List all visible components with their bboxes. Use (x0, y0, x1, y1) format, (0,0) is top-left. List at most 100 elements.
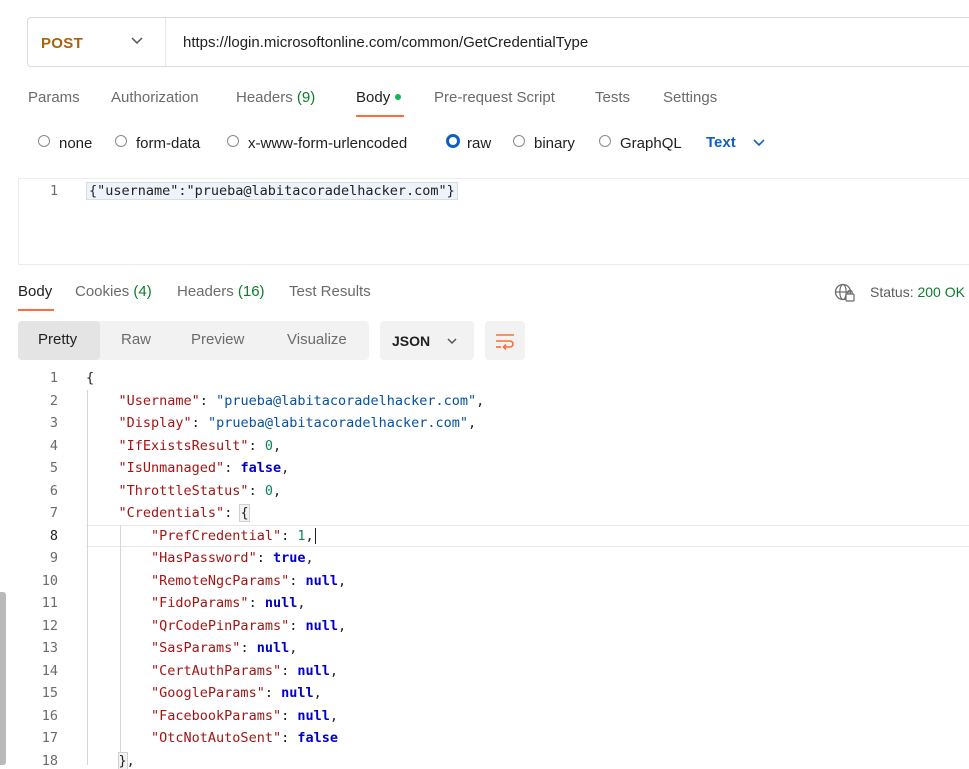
line-number: 1 (50, 183, 59, 199)
code-line[interactable]: "RemoteNgcParams": null, (86, 573, 346, 589)
view-preview[interactable]: Preview (191, 331, 244, 348)
code-line[interactable]: }, (86, 752, 135, 769)
radio-binary[interactable] (513, 135, 525, 147)
code-line[interactable]: "OtcNotAutoSent": false (86, 730, 338, 746)
code-line[interactable]: "Display": "prueba@labitacoradelhacker.c… (86, 415, 477, 431)
json-key: "Credentials" (118, 505, 225, 521)
radio-graphql[interactable] (599, 135, 611, 147)
json-null: null (297, 708, 330, 724)
tab-tests[interactable]: Tests (595, 89, 630, 106)
response-active-tab-underline (18, 309, 54, 311)
json-key: "ThrottleStatus" (118, 483, 249, 499)
code-line[interactable]: "CertAuthParams": null, (86, 663, 338, 679)
json-string: "prueba@labitacoradelhacker.com" (216, 393, 477, 409)
line-number: 2 (49, 393, 58, 409)
active-tab-underline (356, 115, 404, 117)
radio-form-data-label[interactable]: form-data (136, 135, 200, 152)
response-status: Status: 200 OK (870, 284, 965, 300)
line-number: 5 (49, 460, 58, 476)
radio-raw[interactable] (446, 134, 460, 148)
code-line[interactable]: "PrefCredential": 1, (86, 528, 317, 544)
json-key: "Display" (118, 415, 192, 431)
scrollbar[interactable] (0, 592, 6, 765)
line-number: 7 (49, 505, 58, 521)
code-line[interactable]: "SasParams": null, (86, 640, 297, 656)
chevron-down-icon[interactable] (752, 135, 766, 149)
code-line[interactable]: "QrCodePinParams": null, (86, 618, 346, 634)
json-null: null (297, 663, 330, 679)
url-input[interactable]: https://login.microsoftonline.com/common… (183, 34, 588, 51)
line-number: 15 (41, 685, 58, 701)
line-number: 4 (49, 438, 58, 454)
code-line[interactable]: "IfExistsResult": 0, (86, 438, 282, 454)
chevron-down-icon[interactable] (130, 33, 144, 47)
code-line[interactable]: "Credentials": { (86, 504, 250, 522)
radio-urlencoded-label[interactable]: x-www-form-urlencoded (248, 135, 407, 152)
line-number: 9 (49, 550, 58, 566)
json-key: "FacebookParams" (151, 708, 282, 724)
response-tab-headers-label: Headers (177, 283, 234, 300)
json-key: "OtcNotAutoSent" (151, 730, 282, 746)
method-select[interactable]: POST (41, 35, 83, 52)
tab-settings[interactable]: Settings (663, 89, 717, 106)
tab-body-label: Body (356, 89, 391, 106)
code-line[interactable]: "HasPassword": true, (86, 550, 314, 566)
code-line[interactable]: "IsUnmanaged": false, (86, 460, 290, 476)
response-tab-test-results[interactable]: Test Results (289, 283, 371, 300)
radio-none[interactable] (38, 135, 50, 147)
response-tab-cookies[interactable]: Cookies (4) (75, 283, 152, 300)
radio-form-data[interactable] (115, 135, 127, 147)
tab-headers-count: (9) (296, 89, 316, 106)
text-cursor (314, 528, 317, 544)
json-number: 1 (297, 528, 306, 544)
json-key: "QrCodePinParams" (151, 618, 290, 634)
line-number: 12 (41, 618, 58, 634)
format-select-label[interactable]: JSON (392, 333, 430, 349)
code-line[interactable]: "GoogleParams": null, (86, 685, 322, 701)
radio-graphql-label[interactable]: GraphQL (620, 135, 682, 152)
json-key: "HasPassword" (151, 550, 257, 566)
request-body-text[interactable]: {"username":"prueba@labitacoradelhacker.… (86, 182, 458, 200)
line-number: 18 (41, 753, 58, 769)
json-string: "prueba@labitacoradelhacker.com" (207, 415, 469, 431)
radio-raw-label[interactable]: raw (467, 135, 491, 152)
view-pretty[interactable]: Pretty (38, 331, 77, 348)
tab-headers[interactable]: Headers (9) (236, 89, 315, 106)
radio-binary-label[interactable]: binary (534, 135, 575, 152)
response-tab-headers-count: (16) (237, 283, 265, 300)
radio-urlencoded[interactable] (227, 135, 239, 147)
tab-pre-request-script[interactable]: Pre-request Script (434, 89, 555, 106)
code-line[interactable]: "ThrottleStatus": 0, (86, 483, 282, 499)
tab-headers-label: Headers (236, 89, 293, 106)
json-key: "IfExistsResult" (118, 438, 249, 454)
tab-authorization[interactable]: Authorization (111, 89, 199, 106)
radio-none-label[interactable]: none (59, 135, 92, 152)
json-key: "Username" (118, 393, 200, 409)
view-raw[interactable]: Raw (121, 331, 151, 348)
raw-format-select[interactable]: Text (706, 134, 736, 151)
modified-dot-icon (395, 94, 402, 101)
line-number: 3 (49, 415, 58, 431)
json-null: null (256, 640, 290, 656)
tab-body[interactable]: Body (356, 89, 402, 106)
chevron-down-icon[interactable] (446, 335, 458, 347)
json-key: "FidoParams" (151, 595, 249, 611)
json-null: null (305, 618, 338, 634)
code-line[interactable]: { (86, 370, 94, 386)
json-null: null (281, 685, 314, 701)
json-boolean: true (272, 550, 306, 566)
response-tab-headers[interactable]: Headers (16) (177, 283, 265, 300)
view-visualize[interactable]: Visualize (287, 331, 347, 348)
line-number: 17 (41, 730, 58, 746)
globe-lock-icon[interactable] (834, 283, 856, 303)
line-number: 6 (49, 483, 58, 499)
json-key: "SasParams" (151, 640, 241, 656)
tab-params[interactable]: Params (28, 89, 80, 106)
wrap-lines-button[interactable] (485, 321, 525, 360)
json-number: 0 (264, 483, 273, 499)
code-line[interactable]: "FidoParams": null, (86, 595, 305, 611)
json-key: "PrefCredential" (151, 528, 282, 544)
code-line[interactable]: "FacebookParams": null, (86, 708, 338, 724)
response-tab-body[interactable]: Body (18, 283, 52, 300)
code-line[interactable]: "Username": "prueba@labitacoradelhacker.… (86, 393, 485, 409)
